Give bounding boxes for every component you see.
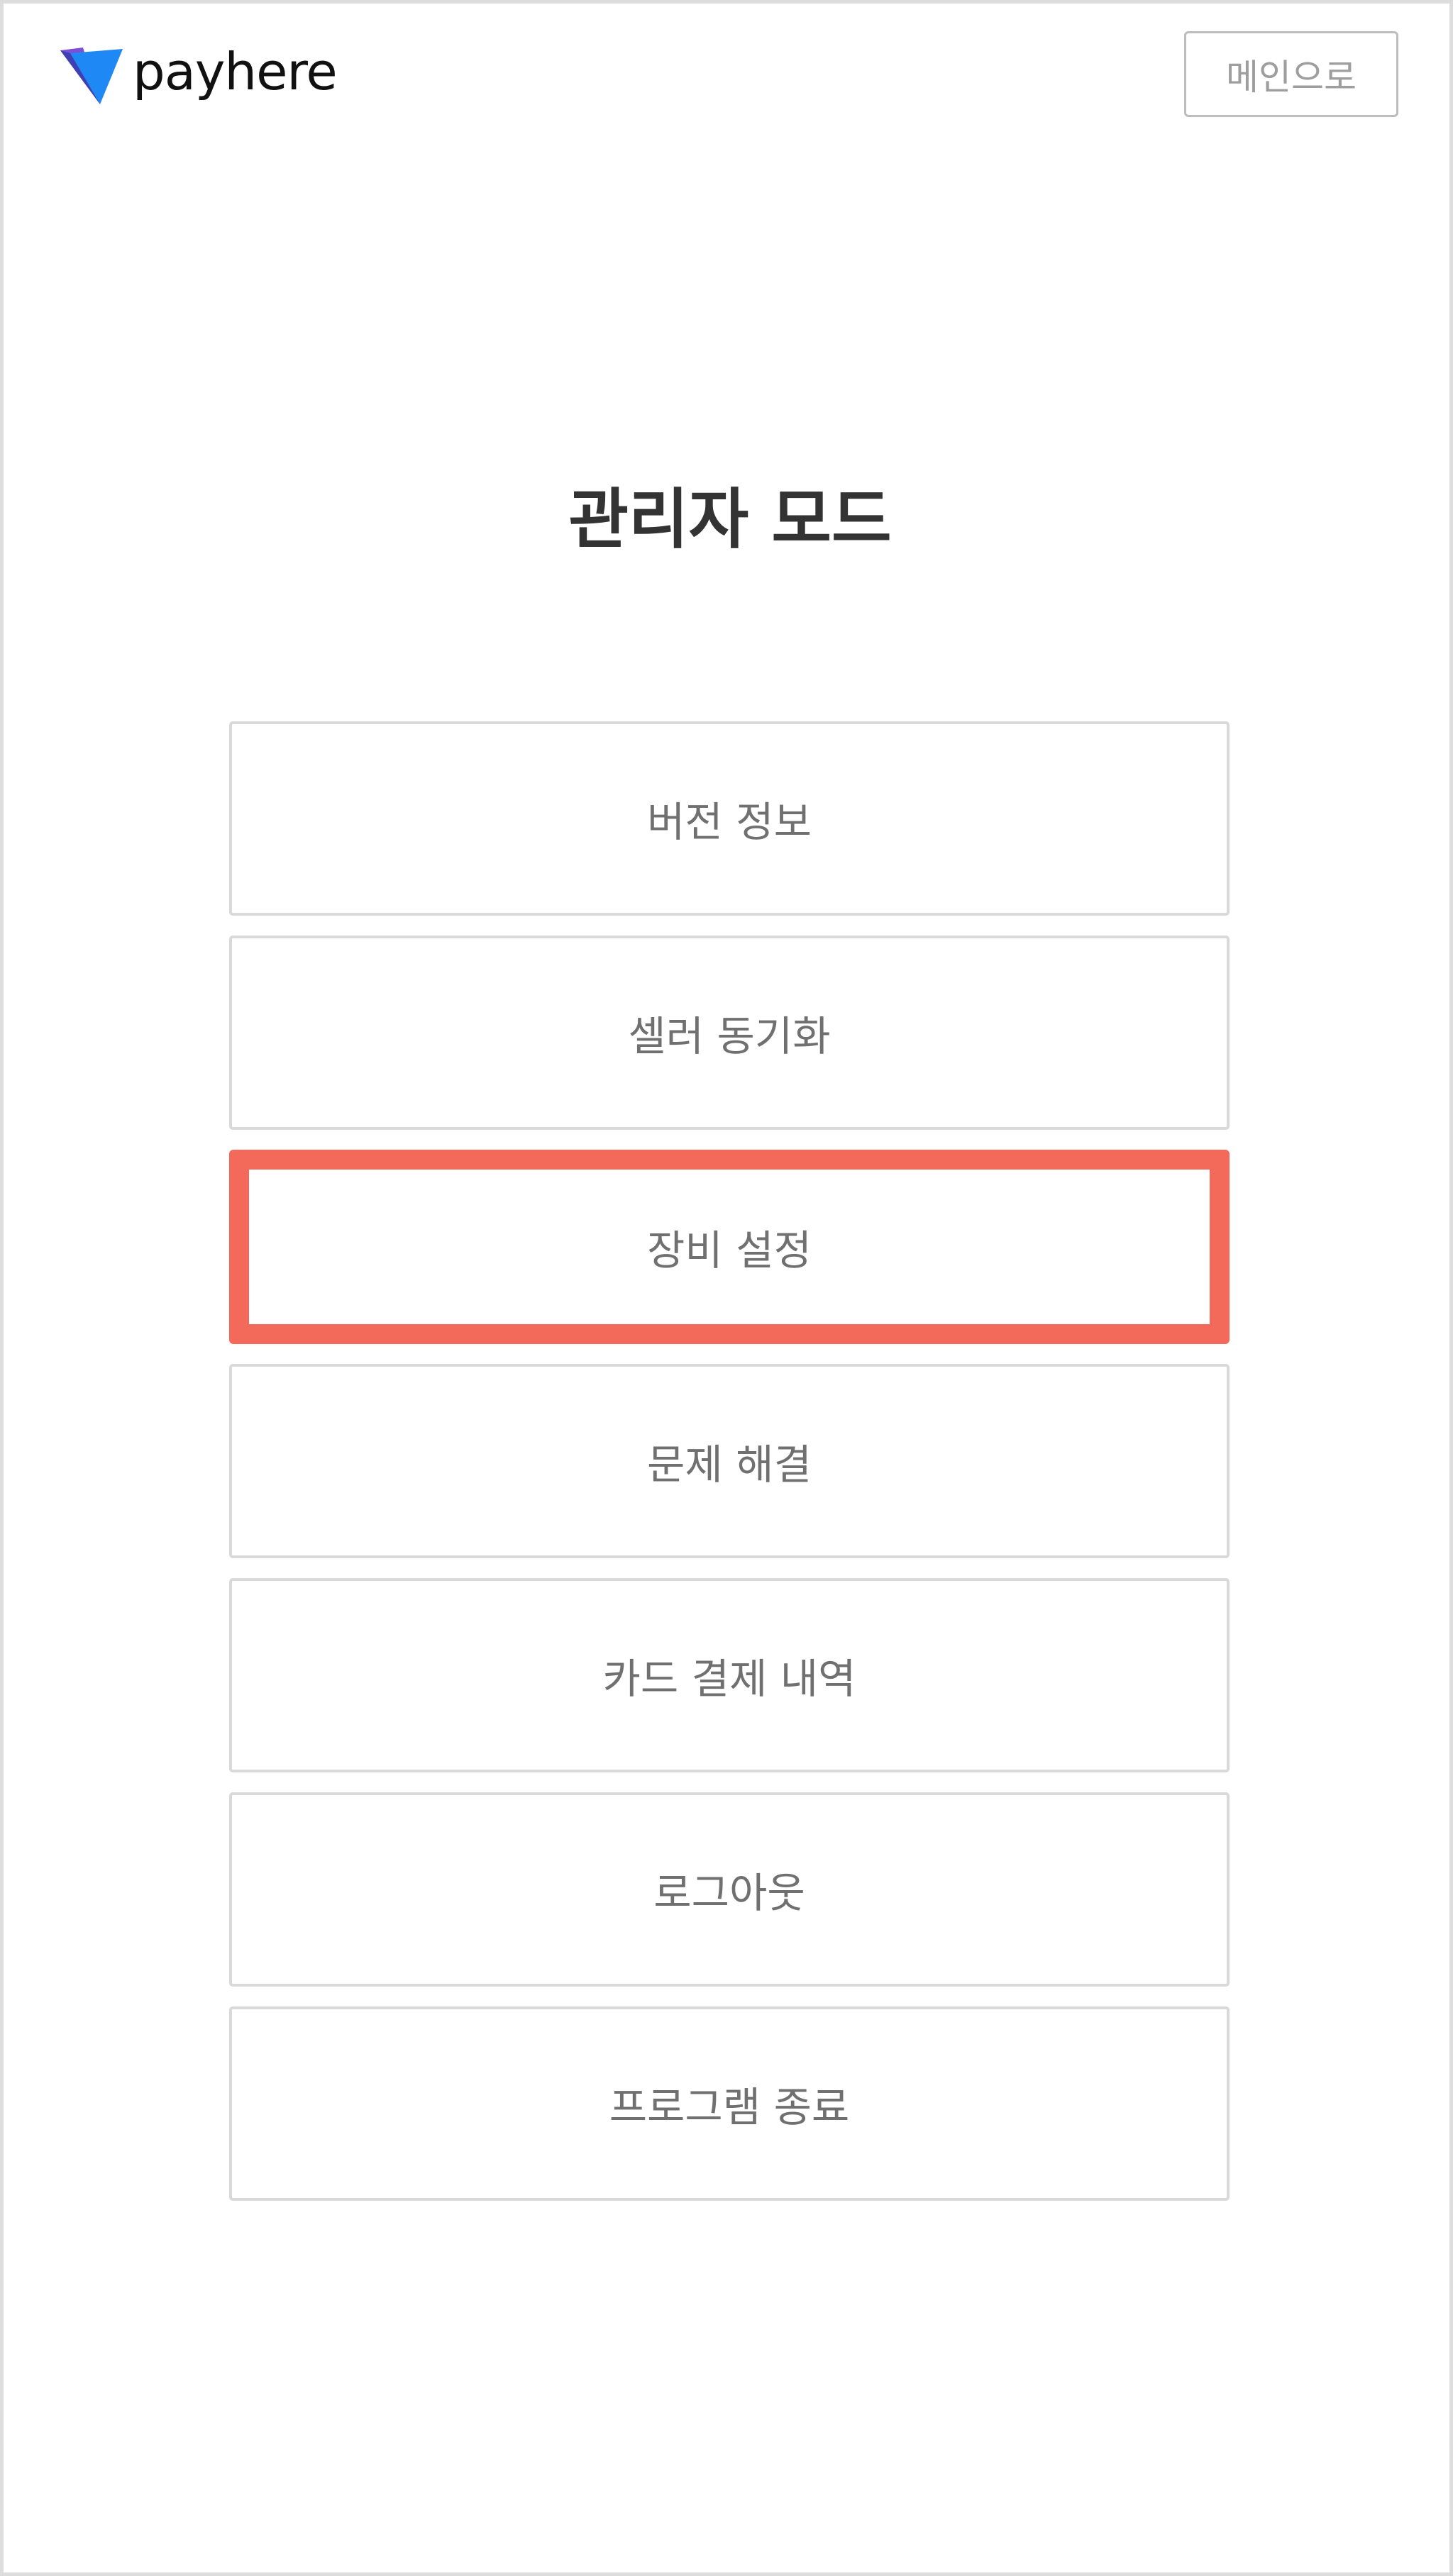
menu-item-device-settings[interactable]: 장비 설정: [229, 1150, 1230, 1344]
app-frame: payhere 메인으로 관리자 모드 버전 정보 셀러 동기화 장비 설정 문…: [0, 0, 1453, 2576]
menu-item-troubleshooting[interactable]: 문제 해결: [229, 1364, 1230, 1558]
menu-item-logout[interactable]: 로그아웃: [229, 1792, 1230, 1987]
page-title: 관리자 모드: [568, 482, 892, 557]
menu-item-card-payment-history[interactable]: 카드 결제 내역: [229, 1578, 1230, 1772]
menu-item-exit-program[interactable]: 프로그램 종료: [229, 2006, 1230, 2201]
logo-text: payhere: [133, 42, 338, 101]
menu-item-version-info[interactable]: 버전 정보: [229, 721, 1230, 916]
payhere-logo: payhere: [60, 42, 338, 106]
menu-item-seller-sync[interactable]: 셀러 동기화: [229, 936, 1230, 1130]
payhere-logo-icon: [60, 48, 123, 104]
admin-menu: 버전 정보 셀러 동기화 장비 설정 문제 해결 카드 결제 내역 로그아웃 프…: [229, 721, 1230, 2221]
back-to-main-button[interactable]: 메인으로: [1184, 31, 1398, 117]
